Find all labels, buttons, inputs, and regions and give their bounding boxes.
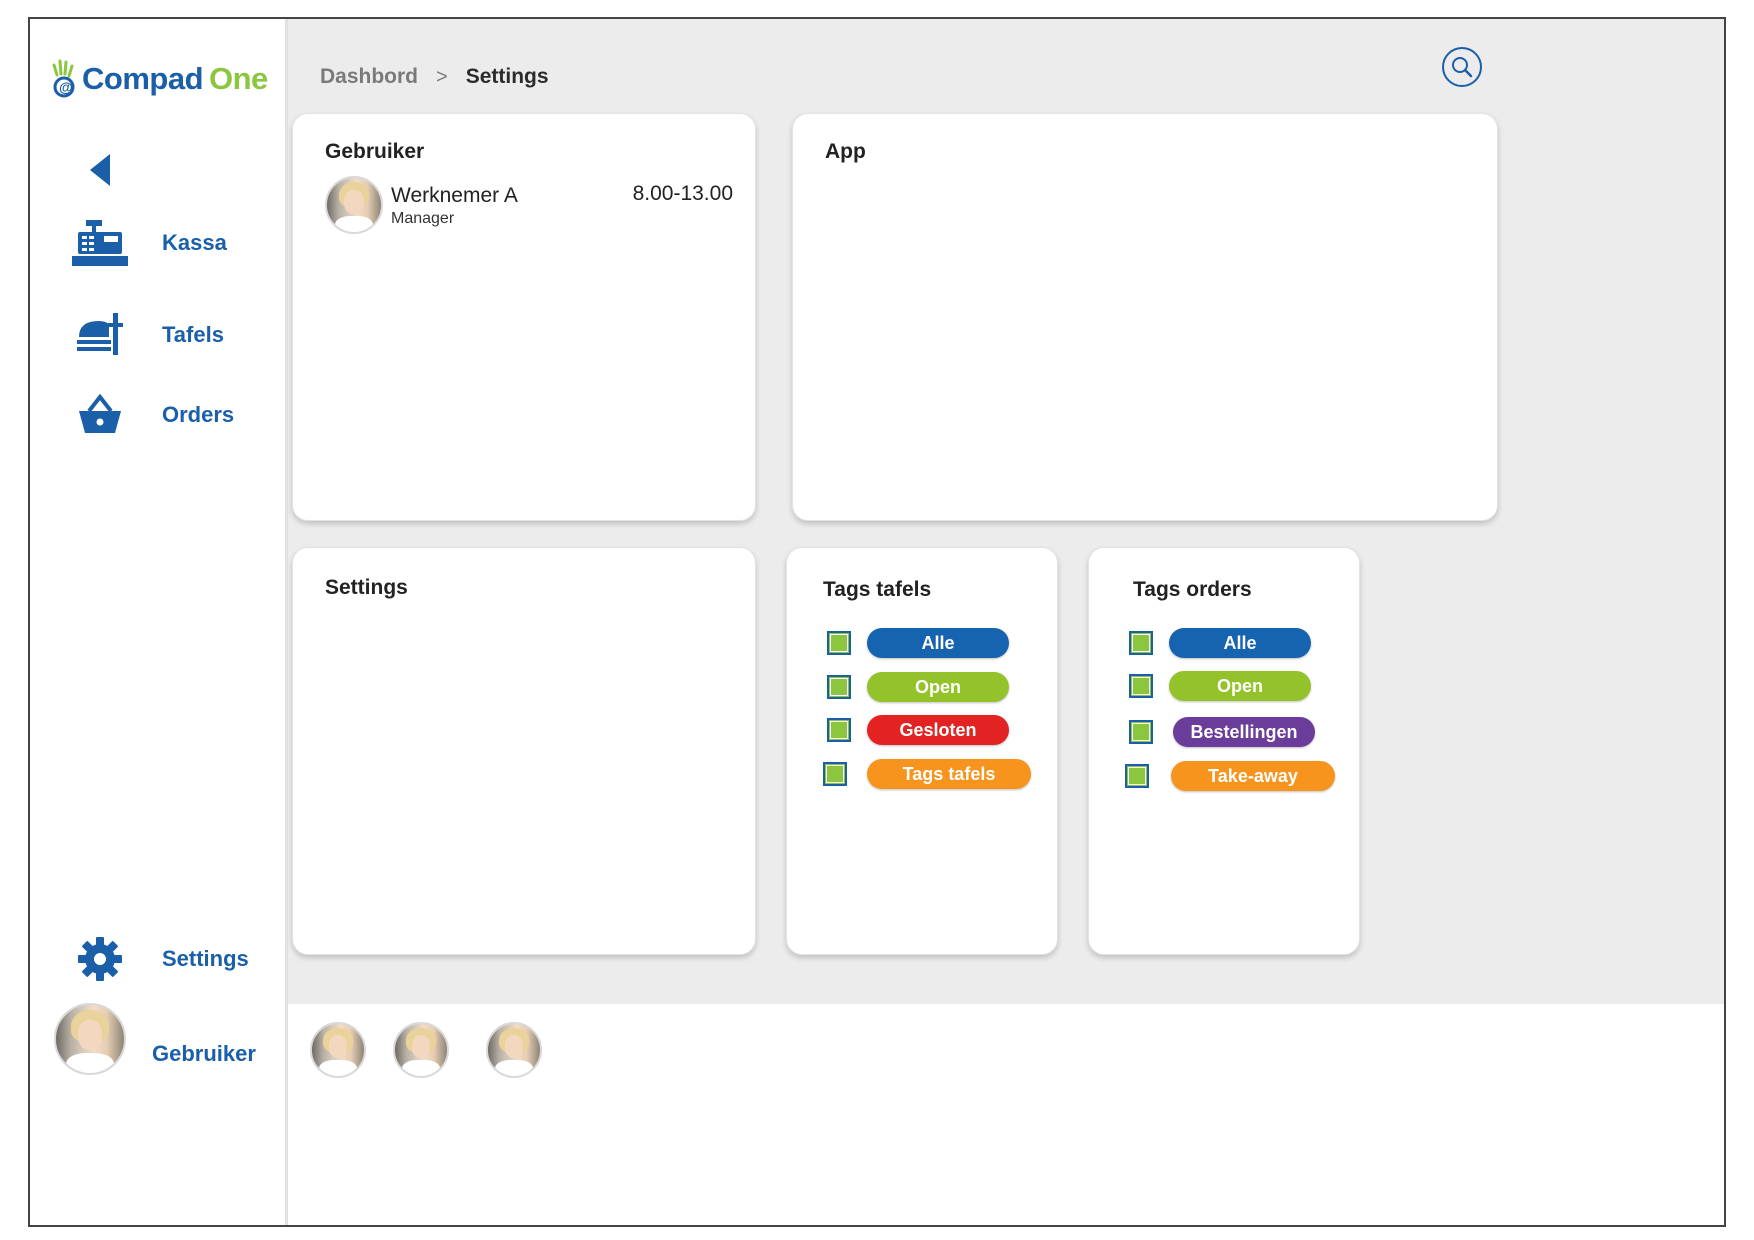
sidebar-item-label: Gebruiker [152, 1041, 256, 1066]
user-avatar-2[interactable] [393, 1022, 449, 1078]
sidebar: @ Compad One Kassa Tafels Orders Setting… [30, 19, 288, 1225]
tag-row: Tags tafels [823, 759, 1031, 789]
tag-row: Alle [827, 628, 1009, 658]
sidebar-item-label: Orders [162, 402, 235, 427]
tag-checkbox[interactable] [1129, 720, 1153, 744]
gear-icon [68, 931, 132, 987]
tag-checkbox[interactable] [827, 718, 851, 742]
tag-pill-open[interactable]: Open [867, 672, 1009, 702]
tag-pill-alle[interactable]: Alle [1169, 628, 1311, 658]
sidebar-item-gebruiker[interactable]: Gebruiker [54, 1003, 256, 1075]
user-name: Werknemer A [391, 184, 518, 207]
logo-text-one: One [209, 61, 268, 96]
card-title: Tags orders [1133, 578, 1252, 601]
breadcrumb-current: Settings [465, 65, 549, 88]
card-title: Gebruiker [325, 140, 425, 163]
search-icon [1452, 57, 1473, 78]
card-app: App [792, 113, 1498, 521]
tag-pill-bestellingen[interactable]: Bestellingen [1173, 717, 1315, 747]
sidebar-item-orders[interactable]: Orders [68, 387, 234, 443]
card-tags-tafels: Tags tafels Alle Open Gesloten Tags tafe… [786, 547, 1058, 955]
tag-row: Gesloten [827, 715, 1009, 745]
user-shift: 8.00-13.00 [632, 182, 733, 205]
tag-checkbox[interactable] [1125, 764, 1149, 788]
logo: @ Compad One [48, 59, 268, 99]
back-triangle-icon[interactable] [90, 154, 110, 186]
card-title: Tags tafels [823, 578, 932, 601]
bottom-user-bar [288, 1004, 1724, 1225]
svg-text:@: @ [59, 79, 73, 95]
sidebar-item-label: Settings [162, 946, 249, 971]
card-gebruiker: Gebruiker Werknemer A Manager 8.00-13.00 [292, 113, 756, 521]
app-window: @ Compad One Kassa Tafels Orders Setting… [28, 17, 1726, 1227]
table-service-icon [68, 307, 132, 363]
search-button[interactable] [1442, 47, 1482, 87]
tag-row: Alle [1129, 628, 1311, 658]
logo-text-compad: Compad [82, 61, 204, 96]
basket-icon [68, 387, 132, 443]
tag-checkbox[interactable] [827, 631, 851, 655]
avatar [54, 1003, 126, 1075]
user-role: Manager [391, 210, 455, 227]
sidebar-item-kassa[interactable]: Kassa [68, 215, 227, 271]
card-tags-orders: Tags orders Alle Open Bestellingen Take-… [1088, 547, 1360, 955]
tag-checkbox[interactable] [1129, 631, 1153, 655]
breadcrumb-separator: > [436, 65, 448, 88]
sidebar-item-settings[interactable]: Settings [68, 931, 249, 987]
tag-row: Open [1129, 671, 1311, 701]
tag-checkbox[interactable] [827, 675, 851, 699]
tag-pill-tags-tafels[interactable]: Tags tafels [867, 759, 1031, 789]
tag-checkbox[interactable] [823, 762, 847, 786]
breadcrumb: Dashbord > Settings [320, 65, 549, 89]
tag-pill-take-away[interactable]: Take-away [1171, 761, 1335, 791]
tag-pill-gesloten[interactable]: Gesloten [867, 715, 1009, 745]
hand-logo-icon: @ [52, 59, 75, 98]
card-settings: Settings [292, 547, 756, 955]
tag-pill-alle[interactable]: Alle [867, 628, 1009, 658]
sidebar-item-label: Kassa [162, 230, 227, 255]
tag-row: Bestellingen [1129, 717, 1315, 747]
user-avatar-3[interactable] [486, 1022, 542, 1078]
tag-row: Take-away [1125, 761, 1335, 791]
tag-pill-open[interactable]: Open [1169, 671, 1311, 701]
user-row[interactable]: Werknemer A Manager 8.00-13.00 [325, 176, 733, 236]
tag-checkbox[interactable] [1129, 674, 1153, 698]
breadcrumb-home[interactable]: Dashbord [320, 65, 418, 89]
avatar [325, 176, 383, 234]
card-title: App [825, 140, 866, 163]
cash-register-icon [68, 215, 132, 271]
card-title: Settings [325, 576, 408, 599]
user-avatar-1[interactable] [310, 1022, 366, 1078]
tag-row: Open [827, 672, 1009, 702]
sidebar-item-tafels[interactable]: Tafels [68, 307, 224, 363]
sidebar-item-label: Tafels [162, 322, 224, 347]
